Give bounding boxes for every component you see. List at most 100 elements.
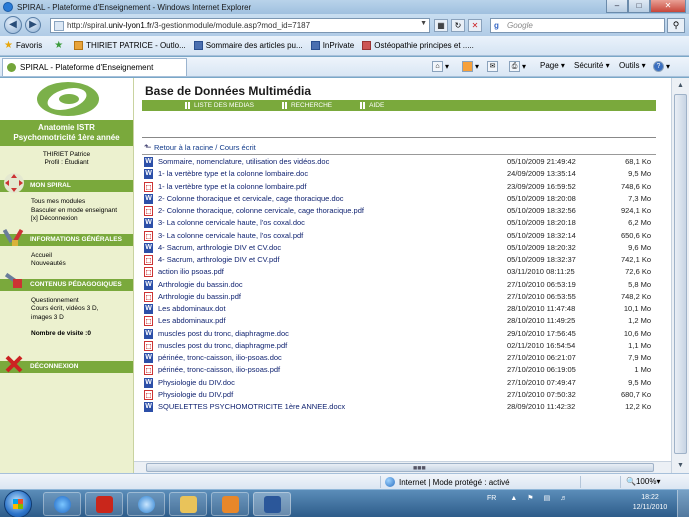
scroll-thumb[interactable]: ■■■ xyxy=(146,463,654,472)
file-link[interactable]: 1- la vertèbre type et la colonne lombai… xyxy=(158,168,308,180)
horizontal-scrollbar[interactable]: ■■■ xyxy=(134,461,671,473)
file-date: 27/10/2010 06:19:05 xyxy=(507,365,576,375)
search-input[interactable]: g Google xyxy=(490,18,665,33)
page-menu[interactable]: Page ▾ xyxy=(540,61,565,70)
link-tous-mes-modules[interactable]: Tous mes modules xyxy=(31,198,133,207)
file-link[interactable]: 3- La colonne cervicale haute, l'os coxa… xyxy=(158,230,303,242)
scroll-up-icon[interactable]: ▲ xyxy=(674,79,687,92)
forward-button[interactable]: ▶ xyxy=(25,17,41,33)
globe-icon xyxy=(385,477,395,487)
minimize-button[interactable]: – xyxy=(606,0,628,13)
file-link[interactable]: muscles post du tronc, diaphragme.doc xyxy=(158,328,289,340)
menu-aide[interactable]: AIDE xyxy=(360,100,384,111)
file-link[interactable]: 3- La colonne cervicale haute, l'os coxa… xyxy=(158,217,305,229)
maximize-button[interactable]: □ xyxy=(628,0,650,13)
stop-icon[interactable]: ✕ xyxy=(468,19,482,32)
add-favorite-icon[interactable]: ★ xyxy=(50,40,66,51)
file-link[interactable]: SQUELETTES PSYCHOMOTRICITE 1ère ANNEE.do… xyxy=(158,401,345,413)
file-link[interactable]: Les abdominaux.dot xyxy=(158,303,226,315)
file-date: 28/10/2010 11:47:48 xyxy=(507,304,576,313)
print-button[interactable]: ⎙ ▾ xyxy=(509,61,526,72)
feeds-button[interactable]: ▾ xyxy=(462,61,479,72)
file-link[interactable]: Les abdominaux.pdf xyxy=(158,315,226,327)
link-nouveautes[interactable]: Nouveautés xyxy=(31,260,133,269)
back-button[interactable]: ◀ xyxy=(4,16,22,34)
pdf-icon: ⬚ xyxy=(144,206,153,216)
language-indicator[interactable]: FR xyxy=(487,495,496,502)
compatibility-icon[interactable]: ▦ xyxy=(434,19,448,32)
file-link[interactable]: périnée, tronc-caisson, ilio-psoas.doc xyxy=(158,352,282,364)
file-link[interactable]: périnée, tronc-caisson, ilio-psoas.pdf xyxy=(158,364,280,376)
file-link[interactable]: 4- Sacrum, arthrologie DIV et CV.pdf xyxy=(158,254,279,266)
scroll-thumb[interactable] xyxy=(674,94,687,454)
taskbar-ie[interactable] xyxy=(43,492,81,516)
favorite-link-inprivate[interactable]: InPrivate xyxy=(310,41,354,50)
taskbar-acrobat[interactable] xyxy=(85,492,123,516)
browser-tab[interactable]: SPIRAL - Plateforme d'Enseignement xyxy=(2,58,187,76)
word-doc-icon: W xyxy=(144,157,153,167)
tray-up-icon[interactable]: ▲ xyxy=(510,495,517,502)
volume-icon[interactable]: ♬ xyxy=(560,495,567,502)
refresh-icon[interactable]: ↻ xyxy=(451,19,465,32)
file-link[interactable]: Physiologie du DIV.doc xyxy=(158,377,235,389)
taskbar-explorer[interactable] xyxy=(169,492,207,516)
file-date: 05/10/2009 21:49:42 xyxy=(507,157,576,166)
file-date: 28/09/2010 11:42:32 xyxy=(507,402,576,411)
file-link[interactable]: Sommaire, nomenclature, utilisation des … xyxy=(158,156,329,168)
pdf-icon: ⬚ xyxy=(144,389,153,400)
address-bar[interactable]: http://spiral.univ-lyon1.fr/3-gestionmod… xyxy=(50,18,430,33)
link-cours-ecrit[interactable]: Cours écrit, vidéos 3 D, xyxy=(31,305,133,314)
mail-button[interactable]: ✉ xyxy=(487,61,500,72)
section-deconnexion[interactable]: DÉCONNEXION xyxy=(0,355,133,373)
file-size: 680,7 Ko xyxy=(620,389,651,399)
help-button[interactable]: ? ▾ xyxy=(653,61,670,72)
favorite-link-osteopathie[interactable]: Ostéopathie principes et ..... xyxy=(362,41,474,50)
link-accueil[interactable]: Accueil xyxy=(31,252,133,261)
security-menu[interactable]: Sécurité ▾ xyxy=(574,61,610,70)
taskbar-word[interactable] xyxy=(253,492,291,516)
clock[interactable]: 18:22 12/11/2010 xyxy=(626,493,674,513)
address-dropdown-icon[interactable]: ▼ xyxy=(420,20,427,27)
file-link[interactable]: 1- la vertèbre type et la colonne lombai… xyxy=(158,181,306,193)
vertical-scrollbar[interactable]: ▲ ▼ xyxy=(671,78,689,473)
file-link[interactable]: muscles post du tronc, diaphragme.pdf xyxy=(158,340,287,352)
file-link[interactable]: Physiologie du DIV.pdf xyxy=(158,389,233,401)
file-link[interactable]: 2- Colonne thoracique et cervicale, cage… xyxy=(158,193,344,205)
taskbar-quicktime[interactable] xyxy=(127,492,165,516)
security-zone[interactable]: Internet | Mode protégé : activé xyxy=(385,477,510,487)
menu-recherche[interactable]: RECHERCHE xyxy=(281,100,332,111)
pdf-icon: ⬚ xyxy=(144,291,153,302)
tools-menu[interactable]: Outils ▾ xyxy=(619,61,646,70)
file-date: 27/10/2010 07:49:47 xyxy=(507,377,576,387)
file-link[interactable]: action ilio psoas.pdf xyxy=(158,266,224,278)
network-icon[interactable]: ▤ xyxy=(544,494,551,502)
file-date: 27/10/2010 06:53:19 xyxy=(507,279,576,289)
file-size: 12,2 Ko xyxy=(625,402,651,411)
link-deconnexion[interactable]: [x] Déconnexion xyxy=(31,215,133,224)
link-basculer-mode-enseignant[interactable]: Basculer en mode enseignant xyxy=(31,207,133,216)
file-link[interactable]: 4- Sacrum, arthrologie DIV et CV.doc xyxy=(158,242,281,254)
breadcrumb-link[interactable]: Retour à la racine / Cours écrit xyxy=(154,143,256,152)
file-row: W 3- La colonne cervicale haute, l'os cox… xyxy=(144,217,656,229)
word-doc-icon: W xyxy=(144,218,153,229)
link-questionnement[interactable]: Questionnement xyxy=(31,297,133,306)
file-link[interactable]: Arthrologie du bassin.pdf xyxy=(158,291,241,303)
file-list: W Sommaire, nomenclature, utilisation des… xyxy=(144,156,656,413)
zoom-control[interactable]: 🔍 100% ▾ xyxy=(626,477,660,486)
start-button[interactable] xyxy=(4,490,32,517)
show-desktop-button[interactable] xyxy=(677,490,689,517)
favorite-link-outlook[interactable]: THIRIET PATRICE - Outlo... xyxy=(74,41,186,50)
favorites-button[interactable]: ★ Favoris xyxy=(0,40,42,51)
link-images-3d[interactable]: images 3 D xyxy=(31,314,133,323)
file-size: 68,1 Ko xyxy=(625,157,651,166)
security-tray-icon[interactable]: ⚑ xyxy=(527,494,533,502)
file-link[interactable]: 2- Colonne thoracique, colonne cervicale… xyxy=(158,205,364,217)
taskbar-media-player[interactable] xyxy=(211,492,249,516)
home-button[interactable]: ⌂ ▾ xyxy=(432,61,449,72)
file-link[interactable]: Arthrologie du bassin.doc xyxy=(158,279,243,291)
menu-liste-des-medias[interactable]: LISTE DES MEDIAS xyxy=(185,100,254,111)
close-button[interactable]: ✕ xyxy=(650,0,686,13)
scroll-down-icon[interactable]: ▼ xyxy=(674,459,687,472)
search-button[interactable]: ⚲ xyxy=(667,18,685,33)
favorite-link-sommaire[interactable]: Sommaire des articles pu... xyxy=(193,41,303,50)
